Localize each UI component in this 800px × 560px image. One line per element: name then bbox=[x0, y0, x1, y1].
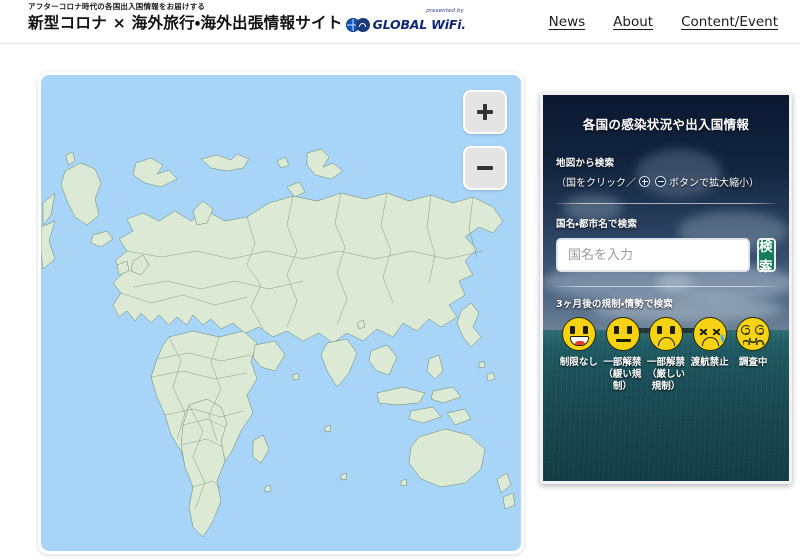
status-filter-travel-ban[interactable] bbox=[689, 317, 731, 351]
status-label-partial-strict: 一部解禁（厳しい規制） bbox=[646, 357, 685, 392]
status-label-investigating: 調査中 bbox=[738, 357, 768, 368]
minus-icon bbox=[477, 160, 493, 176]
name-search-label: 国名・都市名で検索 bbox=[556, 219, 638, 230]
map-search-label: 地図から検索 bbox=[556, 158, 615, 169]
search-button[interactable]: 検 索 bbox=[757, 238, 776, 275]
site-header: アフターコロナ時代の各国出入国情報をお届けする 新型コロナ × 海外旅行・海外出… bbox=[0, 0, 800, 44]
panel-title: 各国の感染状況や出入国情報 bbox=[582, 117, 750, 132]
plus-icon bbox=[477, 104, 493, 120]
tired-face-icon bbox=[692, 317, 727, 351]
status-filter-partial-loose[interactable] bbox=[602, 317, 644, 351]
plus-icon bbox=[639, 176, 650, 187]
world-map-svg[interactable] bbox=[41, 75, 521, 551]
status-filter-no-restriction[interactable] bbox=[558, 317, 600, 351]
status-label-no-restriction: 制限なし bbox=[559, 357, 598, 368]
search-row: 検 索 bbox=[556, 238, 776, 275]
status-filter-investigating[interactable] bbox=[732, 317, 774, 351]
wifi-icon bbox=[355, 18, 370, 32]
landmasses[interactable] bbox=[41, 148, 516, 538]
status-label-row: 制限なし 一部解禁（緩い規制） 一部解禁（厳しい規制） 渡航禁止 調査中 bbox=[556, 357, 776, 393]
logo-wordmark: GLOBAL WiFi. bbox=[372, 17, 466, 32]
nav-link-content-event[interactable]: Content/Event bbox=[681, 14, 778, 30]
map-search-hint-prefix: （国をクリック／ bbox=[556, 178, 636, 189]
nav-link-news[interactable]: News bbox=[549, 14, 585, 30]
divider bbox=[556, 203, 776, 204]
zoom-out-button[interactable] bbox=[463, 146, 507, 190]
status-search-label: 3ヶ月後の規制・情勢で検索 bbox=[556, 299, 673, 310]
info-search-panel: 各国の感染状況や出入国情報 地図から検索 （国をクリック／ ボタンで拡大縮小） … bbox=[540, 92, 792, 484]
nav-link-about[interactable]: About bbox=[613, 14, 653, 30]
map-search-hint-suffix: ボタンで拡大縮小） bbox=[669, 178, 759, 189]
brand: アフターコロナ時代の各国出入国情報をお届けする 新型コロナ × 海外旅行・海外出… bbox=[28, 2, 466, 32]
dizzy-face-icon bbox=[736, 317, 770, 351]
status-label-partial-loose: 一部解禁（緩い規制） bbox=[603, 357, 642, 392]
map-search-hint: （国をクリック／ ボタンで拡大縮小） bbox=[556, 174, 776, 189]
world-map[interactable] bbox=[41, 75, 521, 551]
frowning-face-icon bbox=[649, 317, 683, 351]
grinning-face-icon bbox=[562, 317, 596, 351]
map-zoom-controls bbox=[463, 90, 507, 190]
minus-icon bbox=[655, 176, 666, 187]
status-label-travel-ban: 渡航禁止 bbox=[690, 357, 729, 368]
presented-by-label: presented by bbox=[426, 8, 464, 14]
main-navigation: News About Content/Event bbox=[549, 14, 778, 30]
status-icon-row bbox=[556, 317, 776, 351]
country-search-input[interactable] bbox=[556, 238, 750, 272]
global-wifi-logo[interactable]: presented by GLOBAL WiFi. bbox=[345, 8, 466, 32]
zoom-in-button[interactable] bbox=[463, 90, 507, 134]
status-legend: 3ヶ月後の規制・情勢で検索 制限なし 一部解禁（緩い規制） 一部解禁（厳しい規制… bbox=[556, 296, 776, 393]
neutral-face-icon bbox=[605, 317, 640, 351]
status-filter-partial-strict[interactable] bbox=[645, 317, 687, 351]
site-tagline: アフターコロナ時代の各国出入国情報をお届けする bbox=[28, 2, 206, 11]
divider bbox=[556, 286, 776, 287]
site-title: 新型コロナ × 海外旅行・海外出張情報サイト bbox=[28, 14, 343, 32]
map-container bbox=[38, 72, 524, 554]
